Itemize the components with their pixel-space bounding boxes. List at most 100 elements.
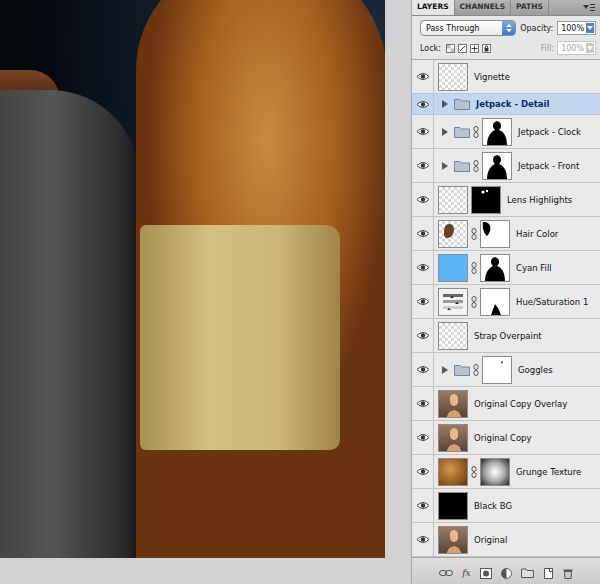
visibility-toggle[interactable] xyxy=(412,217,434,250)
eye-icon[interactable] xyxy=(416,467,430,476)
lock-pixels-icon[interactable] xyxy=(458,44,467,53)
chain-link-icon[interactable] xyxy=(471,296,477,308)
eye-icon[interactable] xyxy=(416,72,430,81)
visibility-toggle[interactable] xyxy=(412,319,434,352)
visibility-toggle[interactable] xyxy=(412,523,434,556)
lock-position-icon[interactable] xyxy=(470,44,479,53)
document-canvas[interactable] xyxy=(0,0,385,558)
visibility-toggle[interactable] xyxy=(412,94,434,114)
layer-row[interactable]: Black BG xyxy=(412,489,600,523)
link-layers-icon[interactable] xyxy=(439,568,453,578)
layer-thumbnail xyxy=(438,63,468,91)
layer-name[interactable]: Jetpack - Front xyxy=(515,161,579,171)
adjustment-layer-icon[interactable] xyxy=(501,568,512,579)
visibility-toggle[interactable] xyxy=(412,455,434,488)
layer-name[interactable]: Hair Color xyxy=(513,229,558,239)
layer-row[interactable]: Hue/Saturation 1 xyxy=(412,285,600,319)
layer-mask-thumbnail[interactable] xyxy=(480,458,510,486)
expand-triangle-icon[interactable] xyxy=(441,162,449,170)
eye-icon[interactable] xyxy=(416,535,430,544)
eye-icon[interactable] xyxy=(416,100,430,109)
layer-row[interactable]: Lens Highlights xyxy=(412,183,600,217)
layer-mask-thumbnail[interactable] xyxy=(480,254,510,282)
eye-icon[interactable] xyxy=(416,399,430,408)
fill-field: 100% xyxy=(557,41,596,55)
eye-icon[interactable] xyxy=(416,161,430,170)
layer-row[interactable]: Grunge Texture xyxy=(412,455,600,489)
layer-mask-thumbnail[interactable] xyxy=(482,356,512,384)
eye-icon[interactable] xyxy=(416,297,430,306)
chain-link-icon[interactable] xyxy=(471,262,477,274)
chain-link-icon[interactable] xyxy=(471,228,477,240)
layer-name[interactable]: Goggles xyxy=(515,365,553,375)
layer-name[interactable]: Original Copy xyxy=(471,433,532,443)
panel-tab[interactable]: CHANNELS xyxy=(455,0,511,15)
visibility-toggle[interactable] xyxy=(412,421,434,454)
layer-row[interactable]: Jetpack - Clock xyxy=(412,115,600,149)
visibility-toggle[interactable] xyxy=(412,387,434,420)
layer-name[interactable]: Original xyxy=(471,535,507,545)
layer-row[interactable]: Original xyxy=(412,523,600,557)
eye-icon[interactable] xyxy=(416,501,430,510)
layer-name[interactable]: Vignette xyxy=(471,72,510,82)
visibility-toggle[interactable] xyxy=(412,183,434,216)
visibility-toggle[interactable] xyxy=(412,353,434,386)
visibility-toggle[interactable] xyxy=(412,115,434,148)
layer-row[interactable]: Strap Overpaint xyxy=(412,319,600,353)
layer-name[interactable]: Hue/Saturation 1 xyxy=(513,297,588,307)
layer-name[interactable]: Grunge Texture xyxy=(513,467,581,477)
layer-row[interactable]: Jetpack - Detail xyxy=(412,94,600,115)
layer-name[interactable]: Jetpack - Detail xyxy=(473,99,549,109)
chain-link-icon[interactable] xyxy=(473,364,479,376)
layer-name[interactable]: Cyan Fill xyxy=(513,263,552,273)
chain-link-icon[interactable] xyxy=(473,126,479,138)
layer-thumbnail xyxy=(438,424,468,452)
layer-mask-thumbnail[interactable] xyxy=(471,186,501,214)
eye-icon[interactable] xyxy=(416,229,430,238)
layer-style-button[interactable]: fx xyxy=(462,568,470,578)
layer-row[interactable]: Cyan Fill xyxy=(412,251,600,285)
chain-link-icon[interactable] xyxy=(473,160,479,172)
visibility-toggle[interactable] xyxy=(412,149,434,182)
expand-triangle-icon[interactable] xyxy=(441,128,449,136)
panel-tab[interactable]: PATHS xyxy=(511,0,549,15)
layer-row[interactable]: Vignette xyxy=(412,60,600,94)
eye-icon[interactable] xyxy=(416,433,430,442)
panel-tab[interactable]: LAYERS xyxy=(412,0,455,15)
expand-triangle-icon[interactable] xyxy=(441,100,449,108)
layer-name[interactable]: Black BG xyxy=(471,501,512,511)
new-group-icon[interactable] xyxy=(521,568,534,578)
layer-row[interactable]: Jetpack - Front xyxy=(412,149,600,183)
visibility-toggle[interactable] xyxy=(412,285,434,318)
eye-icon[interactable] xyxy=(416,195,430,204)
trash-icon[interactable] xyxy=(563,568,573,579)
eye-icon[interactable] xyxy=(416,365,430,374)
layer-row[interactable]: Goggles xyxy=(412,353,600,387)
visibility-toggle[interactable] xyxy=(412,251,434,284)
lock-transparency-icon[interactable] xyxy=(446,44,455,53)
layer-mask-thumbnail[interactable] xyxy=(480,220,510,248)
layer-row[interactable]: Original Copy xyxy=(412,421,600,455)
lock-all-icon[interactable] xyxy=(482,44,491,53)
layer-mask-thumbnail[interactable] xyxy=(480,288,510,316)
eye-icon[interactable] xyxy=(416,331,430,340)
add-mask-icon[interactable] xyxy=(480,568,492,579)
layer-name[interactable]: Original Copy Overlay xyxy=(471,399,567,409)
opacity-field[interactable]: 100% xyxy=(557,21,596,35)
layer-row[interactable]: Original Copy Overlay xyxy=(412,387,600,421)
chain-link-icon[interactable] xyxy=(471,466,477,478)
eye-icon[interactable] xyxy=(416,263,430,272)
visibility-toggle[interactable] xyxy=(412,60,434,93)
visibility-toggle[interactable] xyxy=(412,489,434,522)
eye-icon[interactable] xyxy=(416,127,430,136)
layer-name[interactable]: Strap Overpaint xyxy=(471,331,542,341)
layer-name[interactable]: Jetpack - Clock xyxy=(515,127,581,137)
layer-name[interactable]: Lens Highlights xyxy=(504,195,572,205)
layer-mask-thumbnail[interactable] xyxy=(482,152,512,180)
blend-mode-dropdown[interactable]: Pass Through xyxy=(420,20,516,36)
layer-row[interactable]: Hair Color xyxy=(412,217,600,251)
layer-mask-thumbnail[interactable] xyxy=(482,118,512,146)
panel-menu-icon[interactable] xyxy=(582,3,596,12)
expand-triangle-icon[interactable] xyxy=(441,366,449,374)
new-layer-icon[interactable] xyxy=(543,568,554,579)
